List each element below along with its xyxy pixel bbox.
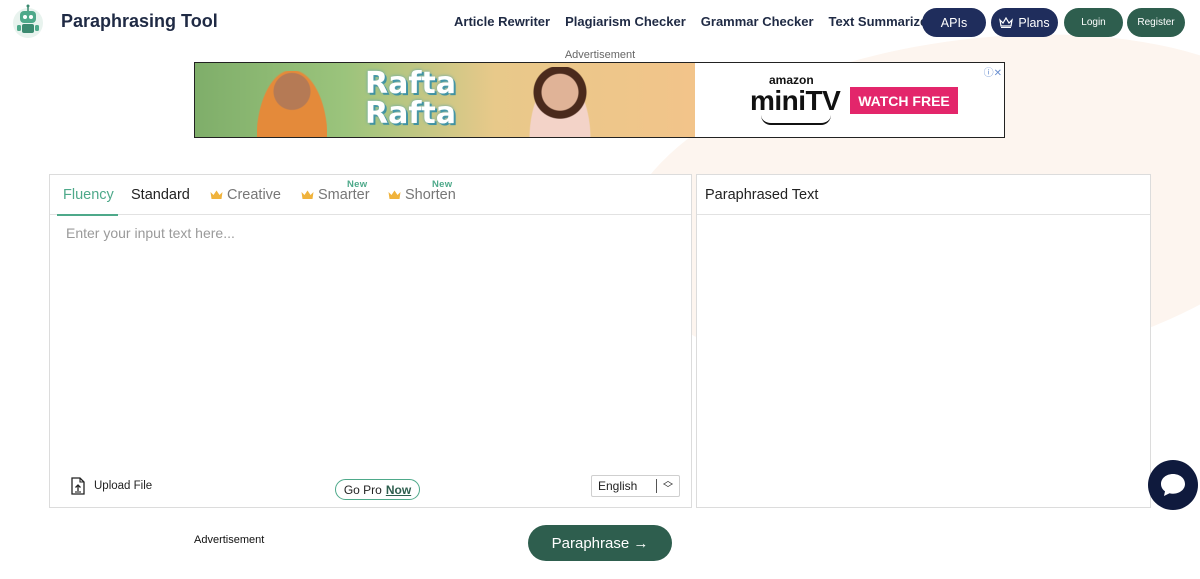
amazon-smile-icon <box>761 115 831 125</box>
nav-text-summarizer[interactable]: Text Summarizer <box>829 14 933 29</box>
ad-brand-area: amazon miniTV WATCH FREE ⓘ✕ <box>695 63 1004 137</box>
site-header: Paraphrasing Tool Article Rewriter Plagi… <box>0 0 1200 44</box>
ad-person-image <box>257 71 327 137</box>
apis-button[interactable]: APIs <box>922 8 986 37</box>
chat-icon <box>1161 474 1185 496</box>
go-pro-now-link[interactable]: Now <box>386 483 411 497</box>
new-badge-smarter: New <box>347 179 368 190</box>
main-nav: Article Rewriter Plagiarism Checker Gram… <box>454 14 947 29</box>
nav-plagiarism-checker[interactable]: Plagiarism Checker <box>565 14 686 29</box>
updown-arrows-icon: ︿ ﹀ <box>663 476 673 495</box>
login-button[interactable]: Login <box>1064 8 1123 37</box>
crown-icon <box>210 190 223 199</box>
ad-cta-button[interactable]: WATCH FREE <box>850 87 958 114</box>
language-select[interactable]: English ︿ ﹀ <box>591 475 680 497</box>
go-pro-button[interactable]: Go Pro Now <box>335 479 420 500</box>
chat-button[interactable] <box>1148 460 1198 510</box>
paraphrase-button[interactable]: Paraphrase → <box>528 525 672 561</box>
new-badge-shorten: New <box>432 179 453 190</box>
crown-icon <box>388 190 401 199</box>
register-button[interactable]: Register <box>1127 8 1185 37</box>
crown-icon <box>999 17 1014 28</box>
ad-banner[interactable]: Rafta Rafta amazon miniTV WATCH FREE ⓘ✕ <box>194 62 1005 138</box>
tab-fluency[interactable]: Fluency <box>57 187 118 216</box>
ad-visual: Rafta Rafta <box>195 63 695 137</box>
plans-button[interactable]: Plans <box>991 8 1058 37</box>
nav-article-rewriter[interactable]: Article Rewriter <box>454 14 550 29</box>
output-panel: Paraphrased Text <box>696 174 1151 508</box>
tab-standard[interactable]: Standard <box>131 187 190 203</box>
ad-person-image <box>525 67 595 137</box>
crown-icon <box>301 190 314 199</box>
input-panel: Fluency Standard Creative Smarter New Sh… <box>49 174 692 508</box>
upload-file-icon <box>71 477 85 495</box>
tab-creative[interactable]: Creative <box>210 187 281 203</box>
mode-tabs: Fluency Standard Creative Smarter New Sh… <box>50 175 691 216</box>
ad-brand-big: miniTV <box>750 85 841 116</box>
advertisement-label-bottom: Advertisement <box>194 534 265 546</box>
ad-close-icon[interactable]: ⓘ✕ <box>984 64 1002 79</box>
select-divider <box>656 479 657 493</box>
robot-logo-icon[interactable] <box>8 3 48 39</box>
upload-file-button[interactable]: Upload File <box>70 477 152 495</box>
ad-headline: Rafta Rafta <box>365 66 456 131</box>
nav-grammar-checker[interactable]: Grammar Checker <box>701 14 814 29</box>
brand-title[interactable]: Paraphrasing Tool <box>61 11 218 32</box>
output-title: Paraphrased Text <box>697 175 1150 215</box>
advertisement-label-top: Advertisement <box>564 49 636 61</box>
input-textarea[interactable] <box>66 225 676 455</box>
